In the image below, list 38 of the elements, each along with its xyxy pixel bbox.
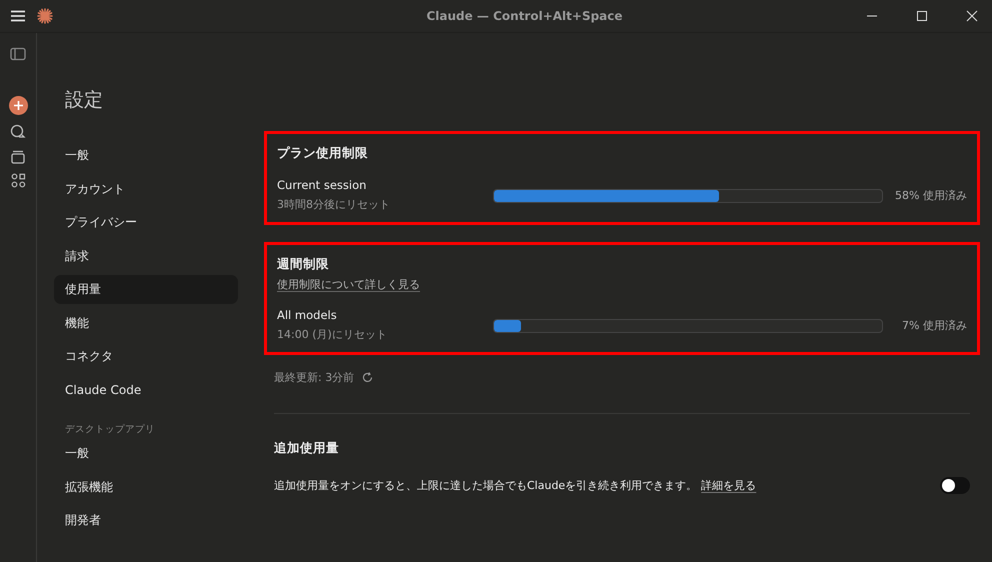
meter-label: All models [277,308,338,322]
window-title: Claude — Control+Alt+Space [425,9,624,23]
sidebar-toggle-icon[interactable] [10,47,26,61]
nav-item[interactable]: 一般 [54,439,238,468]
description-text: 追加使用量をオンにすると、上限に達した場合でもClaudeを引き続き利用できます。 詳細を見る [274,478,756,493]
nav-item[interactable]: アカウント [54,174,238,204]
section-title: 週間制限 [277,255,330,273]
starburst-logo-icon [37,8,53,24]
nav-item[interactable]: 開発者 [54,506,238,535]
nav-item[interactable]: 一般 [54,141,238,170]
section-title: プラン使用制限 [277,144,369,162]
section-title: 追加使用量 [274,440,340,457]
reset-time: 14:00 (月)にリセット [277,327,388,342]
maximize-icon[interactable] [916,10,928,22]
nav-section-heading: デスクトップアプリ [64,423,156,436]
nav-item[interactable]: Claude Code [54,376,238,404]
usage-reading: 7% 使用済み [901,318,967,332]
new-chat-icon[interactable] [8,96,28,115]
apps-icon[interactable] [10,173,26,188]
details-link[interactable]: 詳細を見る [701,479,756,492]
learn-more-link[interactable]: 使用制限について詳しく見る [277,277,420,292]
toggle-switch[interactable] [940,477,970,494]
nav-item[interactable]: 請求 [54,242,238,270]
nav-item[interactable]: 使用量 [54,275,238,304]
nav-item[interactable]: 機能 [54,308,238,338]
chat-bubble-icon[interactable] [10,124,26,140]
reset-time: 3時間8分後にリセット [277,197,391,212]
usage-reading: 58% 使用済み [894,188,967,202]
meter-label: Current session [277,178,368,192]
nav-item[interactable]: コネクタ [54,342,238,371]
menu-icon[interactable] [11,10,25,22]
page-title: 設定 [65,88,104,113]
nav-item[interactable]: プライバシー [54,208,238,237]
box-icon[interactable] [10,149,26,164]
nav-item[interactable]: 拡張機能 [54,472,238,502]
last-updated-text: 最終更新: 3分前 [274,370,354,385]
refresh-icon[interactable] [362,372,374,383]
close-icon[interactable] [966,10,978,22]
